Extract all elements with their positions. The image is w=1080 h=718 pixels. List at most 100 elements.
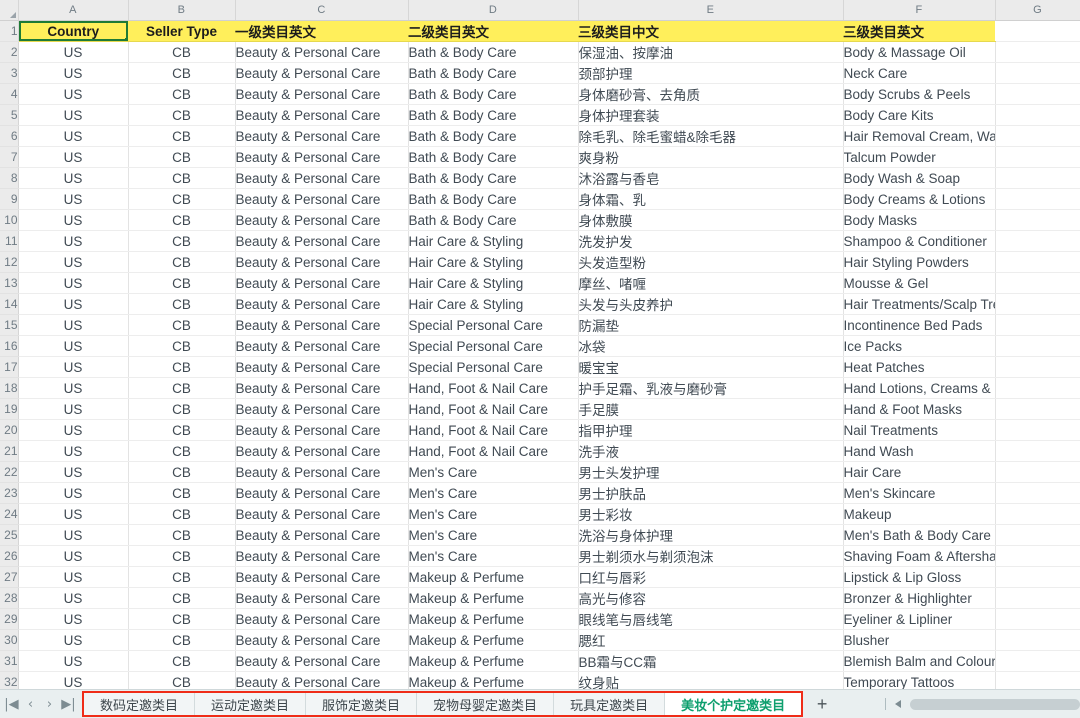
cell-g[interactable] (995, 41, 1080, 63)
cell-level2-en[interactable]: Bath & Body Care (408, 146, 579, 168)
cell-seller-type[interactable]: CB (128, 587, 236, 609)
cell-level1-en[interactable]: Beauty & Personal Care (235, 629, 409, 651)
cell-country[interactable]: US (18, 272, 129, 294)
cell-g[interactable] (995, 167, 1080, 189)
cell-seller-type[interactable]: CB (128, 125, 236, 147)
cell-level2-en[interactable]: Men's Care (408, 482, 579, 504)
cell-level1-en[interactable]: Beauty & Personal Care (235, 335, 409, 357)
cell-level2-en[interactable]: Makeup & Perfume (408, 629, 579, 651)
cell-g[interactable] (995, 524, 1080, 546)
cell-level2-en[interactable]: Bath & Body Care (408, 41, 579, 63)
cell-level1-en[interactable]: Beauty & Personal Care (235, 293, 409, 315)
cell-level2-en[interactable]: Bath & Body Care (408, 167, 579, 189)
cell-level1-en[interactable]: Beauty & Personal Care (235, 41, 409, 63)
row-number[interactable]: 7 (0, 146, 19, 168)
cell-level2-en[interactable]: Hand, Foot & Nail Care (408, 377, 579, 399)
cell-level1-en[interactable]: Beauty & Personal Care (235, 608, 409, 630)
cell-level3-cn[interactable]: 除毛乳、除毛蜜蜡&除毛器 (578, 125, 844, 147)
cell-country[interactable]: US (18, 230, 129, 252)
spreadsheet-grid[interactable]: A B C D E F G 1 Country Seller Type 一级类目… (0, 0, 1080, 690)
cell-level3-cn[interactable]: 沐浴露与香皂 (578, 167, 844, 189)
column-header-g[interactable]: G (995, 0, 1080, 21)
cell-seller-type[interactable]: CB (128, 188, 236, 210)
add-sheet-button[interactable]: + (809, 690, 835, 718)
cell-level3-cn[interactable]: 摩丝、啫喱 (578, 272, 844, 294)
cell-seller-type[interactable]: CB (128, 62, 236, 84)
cell-level3-en[interactable]: Incontinence Bed Pads (843, 314, 996, 336)
cell-seller-type[interactable]: CB (128, 482, 236, 504)
row-number[interactable]: 19 (0, 398, 19, 420)
column-header-f[interactable]: F (843, 0, 996, 21)
cell-level3-cn[interactable]: 手足膜 (578, 398, 844, 420)
cell-level3-cn[interactable]: 洗手液 (578, 440, 844, 462)
cell-g[interactable] (995, 83, 1080, 105)
header-cell-country[interactable]: Country (18, 20, 128, 42)
cell-level1-en[interactable]: Beauty & Personal Care (235, 587, 409, 609)
cell-level2-en[interactable]: Special Personal Care (408, 356, 579, 378)
cell-level2-en[interactable]: Makeup & Perfume (408, 608, 579, 630)
cell-country[interactable]: US (18, 125, 129, 147)
cell-country[interactable]: US (18, 356, 129, 378)
cell-level2-en[interactable]: Special Personal Care (408, 335, 579, 357)
cell-g[interactable] (995, 398, 1080, 420)
cell-level1-en[interactable]: Beauty & Personal Care (235, 230, 409, 252)
cell-level3-cn[interactable]: 男士头发护理 (578, 461, 844, 483)
cell-level2-en[interactable]: Hair Care & Styling (408, 251, 579, 273)
cell-level3-en[interactable]: Body Scrubs & Peels (843, 83, 996, 105)
cell-level3-en[interactable]: Hand Wash (843, 440, 996, 462)
cell-seller-type[interactable]: CB (128, 167, 236, 189)
cell-seller-type[interactable]: CB (128, 566, 236, 588)
cell-level1-en[interactable]: Beauty & Personal Care (235, 461, 409, 483)
column-header-e[interactable]: E (578, 0, 844, 21)
row-number[interactable]: 24 (0, 503, 19, 525)
cell-level2-en[interactable]: Makeup & Perfume (408, 566, 579, 588)
cell-level2-en[interactable]: Hair Care & Styling (408, 272, 579, 294)
row-number[interactable]: 4 (0, 83, 19, 105)
cell-seller-type[interactable]: CB (128, 608, 236, 630)
sheet-tab[interactable]: 运动定邀类目 (195, 693, 307, 715)
cell-country[interactable]: US (18, 650, 129, 672)
cell-seller-type[interactable]: CB (128, 293, 236, 315)
cell-level2-en[interactable]: Men's Care (408, 461, 579, 483)
cell-level2-en[interactable]: Bath & Body Care (408, 62, 579, 84)
cell-level3-cn[interactable]: 腮红 (578, 629, 844, 651)
cell-level2-en[interactable]: Makeup & Perfume (408, 671, 579, 690)
cell-level3-cn[interactable]: 头发造型粉 (578, 251, 844, 273)
cell-level3-cn[interactable]: 男士彩妆 (578, 503, 844, 525)
cell-level1-en[interactable]: Beauty & Personal Care (235, 104, 409, 126)
cell-g[interactable] (995, 671, 1080, 690)
cell-level3-en[interactable]: Temporary Tattoos (843, 671, 996, 690)
cell-level3-en[interactable]: Hair Styling Powders (843, 251, 996, 273)
cell-seller-type[interactable]: CB (128, 524, 236, 546)
row-number[interactable]: 29 (0, 608, 19, 630)
cell-level2-en[interactable]: Hair Care & Styling (408, 230, 579, 252)
cell-seller-type[interactable]: CB (128, 629, 236, 651)
cell-g[interactable] (995, 62, 1080, 84)
cell-level3-cn[interactable]: 护手足霜、乳液与磨砂膏 (578, 377, 844, 399)
cell-level3-en[interactable]: Hand & Foot Masks (843, 398, 996, 420)
cell-seller-type[interactable]: CB (128, 146, 236, 168)
cell-level3-en[interactable]: Mousse & Gel (843, 272, 996, 294)
cell-country[interactable]: US (18, 566, 129, 588)
cell-level1-en[interactable]: Beauty & Personal Care (235, 209, 409, 231)
cell-g[interactable] (995, 482, 1080, 504)
cell-country[interactable]: US (18, 62, 129, 84)
cell-level3-en[interactable]: Hair Removal Cream, Wax & Shave (843, 125, 996, 147)
cell-g[interactable] (995, 629, 1080, 651)
cell-g[interactable] (995, 608, 1080, 630)
cell-level3-en[interactable]: Hair Treatments/Scalp Treatments (843, 293, 996, 315)
cell-level3-cn[interactable]: 高光与修容 (578, 587, 844, 609)
cell-level3-en[interactable]: Men's Skincare (843, 482, 996, 504)
cell-seller-type[interactable]: CB (128, 377, 236, 399)
header-cell-level3-cn[interactable]: 三级类目中文 (578, 20, 843, 42)
cell-level3-en[interactable]: Bronzer & Highlighter (843, 587, 996, 609)
cell-level3-en[interactable]: Blemish Balm and Colour Control (843, 650, 996, 672)
cell-country[interactable]: US (18, 377, 129, 399)
cell-level1-en[interactable]: Beauty & Personal Care (235, 650, 409, 672)
cell-level2-en[interactable]: Bath & Body Care (408, 209, 579, 231)
cell-seller-type[interactable]: CB (128, 83, 236, 105)
cell-level2-en[interactable]: Hand, Foot & Nail Care (408, 440, 579, 462)
header-cell-level1-en[interactable]: 一级类目英文 (235, 20, 408, 42)
cell-country[interactable]: US (18, 146, 129, 168)
row-number[interactable]: 16 (0, 335, 19, 357)
